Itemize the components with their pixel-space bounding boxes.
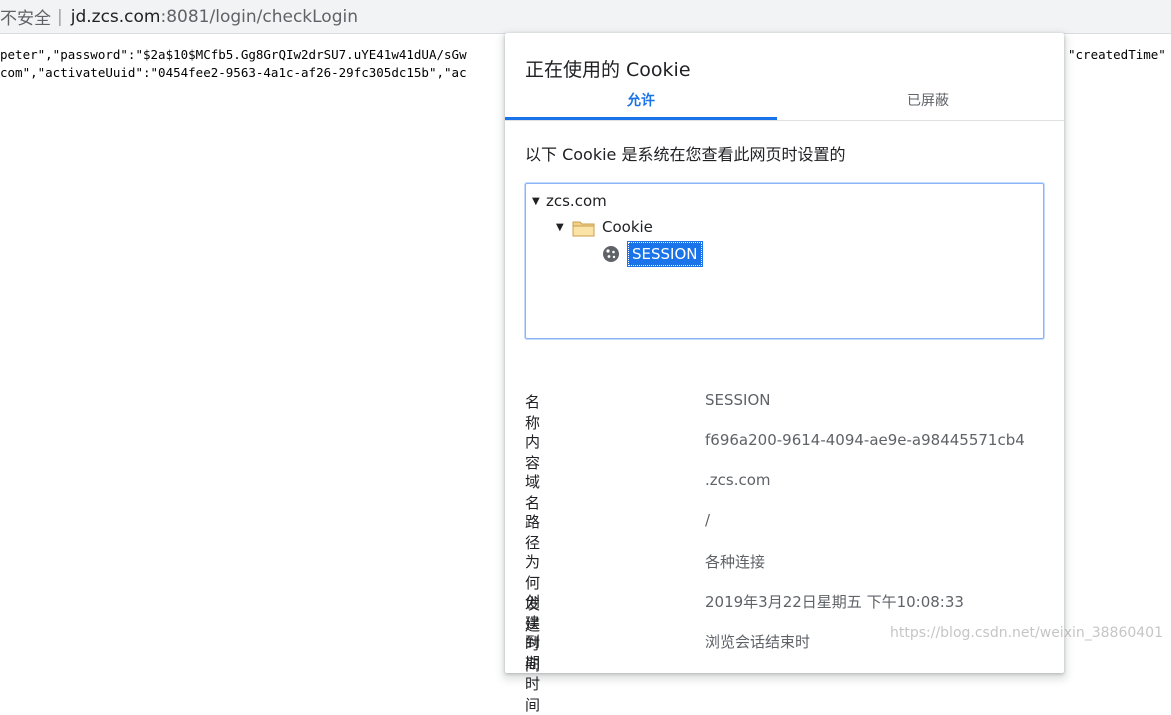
detail-value: f696a200-9614-4094-ae9e-a98445571cb4 [705,431,1025,449]
cookie-icon [602,245,620,263]
url-path[interactable]: :8081/login/checkLogin [161,7,359,27]
security-indicator[interactable]: 不安全 [0,4,51,29]
detail-key: 内容 [525,433,541,472]
tab-blocked[interactable]: 已屏蔽 [792,88,1064,118]
tree-node-domain[interactable]: ▼ zcs.com [532,192,607,210]
expand-triangle-icon[interactable]: ▼ [556,222,570,233]
detail-value: 2019年3月22日星期五 下午10:08:33 [705,593,964,611]
address-separator: | [57,6,63,27]
tree-domain-label: zcs.com [546,192,607,210]
tree-cookie-label-selected[interactable]: SESSION [627,241,703,267]
url-host[interactable]: jd.zcs.com [71,7,161,27]
address-bar[interactable]: 不安全 | jd.zcs.com :8081/login/checkLogin [0,0,1171,34]
tab-bar: 允许 已屏蔽 [505,88,1064,121]
detail-value: / [705,511,711,529]
expand-triangle-icon[interactable]: ▼ [532,196,546,207]
detail-value: 各种连接 [705,553,766,571]
folder-icon [572,219,595,237]
watermark: https://blog.csdn.net/weixin_38860401 [889,625,1163,641]
tree-node-cookie[interactable]: SESSION [602,241,703,267]
cookies-dialog: 正在使用的 Cookie 允许 已屏蔽 以下 Cookie 是系统在您查看此网页… [505,33,1064,714]
detail-value: SESSION [705,391,771,409]
detail-value: 浏览会话结束时 [705,633,811,651]
detail-key: 到期时间 [525,633,541,714]
dialog-subtitle: 以下 Cookie 是系统在您查看此网页时设置的 [525,145,846,164]
json-line-1-right: "createdTime" [1068,47,1166,62]
cookie-tree[interactable]: ▼ zcs.com ▼ Cookie SESSION [525,183,1044,339]
dialog-title: 正在使用的 Cookie [525,59,691,81]
tree-node-folder[interactable]: ▼ Cookie [556,218,653,237]
tree-folder-label: Cookie [602,218,653,236]
detail-key: 路径 [525,513,541,552]
tab-allowed[interactable]: 允许 [505,88,777,120]
json-line-2: com","activateUuid":"0454fee2-9563-4a1c-… [0,65,467,80]
detail-value: .zcs.com [705,471,771,489]
json-line-1: peter","password":"$2a$10$MCfb5.Gg8GrQIw… [0,47,467,62]
detail-key: 域名 [525,473,541,512]
detail-key: 名称 [525,393,541,432]
